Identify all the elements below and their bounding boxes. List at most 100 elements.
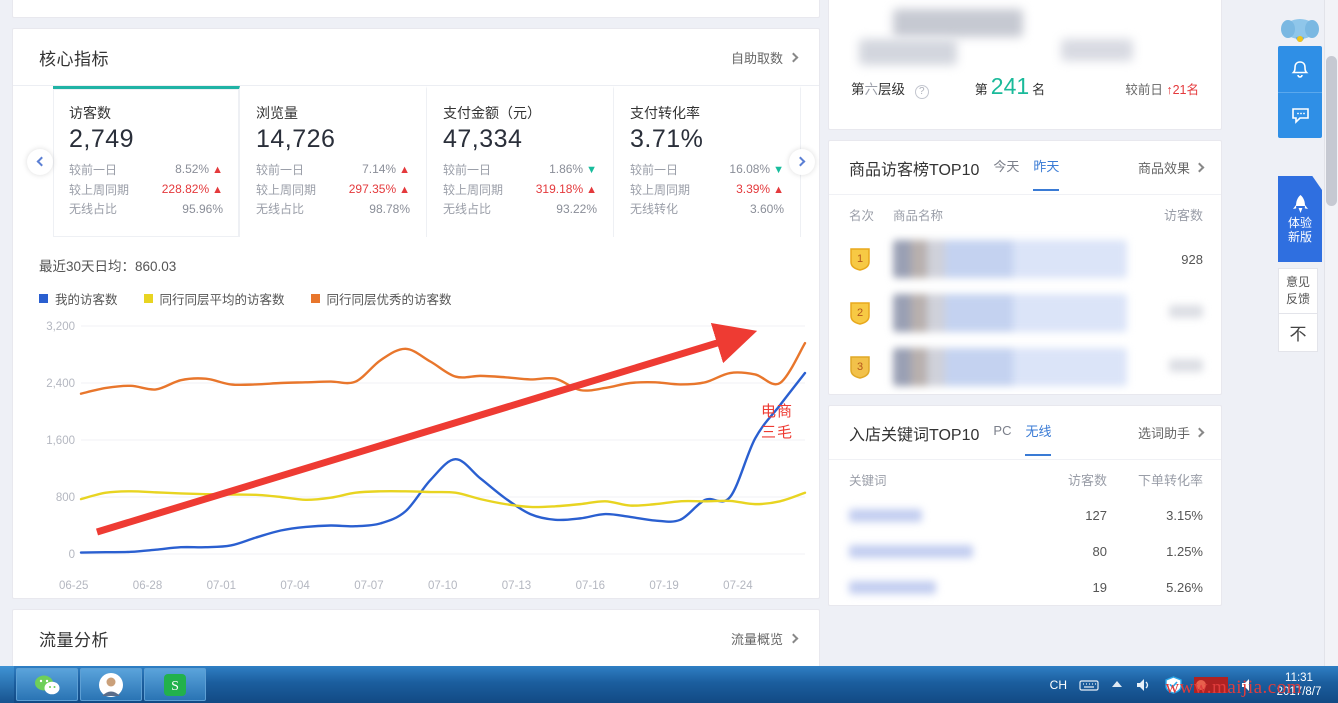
chevron-right-icon [1194,427,1205,438]
carousel-prev-button[interactable] [27,148,53,175]
kw-rate-cell: 1.25% [1166,543,1203,559]
keyword-cell [849,508,1031,522]
svg-text:0: 0 [69,549,75,561]
tab-product-yesterday[interactable]: 昨天 [1033,156,1060,191]
visitor-cell: 928 [1127,252,1203,267]
blurred-visitor-count [1169,359,1203,372]
metric-card-1[interactable]: 浏览量 14,726 较前一日 7.14% ▲ 较上周同期 297.35% ▲ 无线占比 98.7… [240,86,427,237]
x-tick-label: 07-16 [575,580,605,592]
blurred-shop-name [893,9,1023,37]
metric-row-label: 无线占比 [69,202,118,216]
down-arrow-icon: ▼ [773,164,784,176]
show-hidden-icons-button[interactable] [1111,680,1123,689]
notification-bell-button[interactable] [1278,46,1322,92]
svg-text:800: 800 [56,492,75,504]
svg-text:2,400: 2,400 [46,378,75,390]
chart-legend: 我的访客数 同行同层平均的访客数 同行同层优秀的访客数 [39,289,797,308]
metric-card-2[interactable]: 支付金额（元） 47,334 较前一日 1.86% ▼ 较上周同期 319.18% ▲ 无线占比… [427,86,614,237]
page-scrollbar-track[interactable] [1324,0,1338,666]
table-row[interactable]: 1 928 [829,232,1221,286]
metric-row-label: 无线占比 [256,202,305,216]
metric-row: 无线占比 95.96% [69,200,223,219]
try-new-version-button[interactable]: 体验 新版 [1278,176,1322,262]
chart-annotation-text: 电商三毛 [761,403,794,441]
volume-icon[interactable] [1135,677,1153,693]
metric-row: 较上周同期 297.35% ▲ [256,180,410,200]
x-tick-label: 07-07 [354,580,384,592]
kw-visitor-cell: 127 [1085,507,1107,523]
self-service-data-link[interactable]: 自助取数 [731,48,799,67]
keyword-table-header: 关键词 访客数 下单转化率 [829,460,1221,497]
ime-indicator[interactable]: CH [1050,678,1067,692]
metric-card-3[interactable]: 支付转化率 3.71% 较前一日 16.08% ▼ 较上周同期 3.39% ▲ 无线转化 3.60… [614,86,801,237]
col-visitors: 访客数 [1163,208,1203,223]
chevron-right-icon [788,633,799,643]
table-row[interactable]: 19 5.26% [829,569,1221,605]
product-top10-card: 商品访客榜TOP10 今天 昨天 商品效果 名次 商品名称 访客数 1 928 2 3 [828,140,1222,395]
traffic-overview-link[interactable]: 流量概览 [731,629,799,648]
legend-swatch [39,294,48,303]
table-row[interactable]: 127 3.15% [829,497,1221,533]
table-row[interactable]: 3 [829,340,1221,394]
tab-keyword-wireless[interactable]: 无线 [1025,421,1052,456]
product-top10-title: 商品访客榜TOP10 [849,161,980,179]
page-scrollbar-thumb[interactable] [1326,56,1337,206]
product-table-header: 名次 商品名称 访客数 [829,195,1221,232]
metric-row: 无线转化 3.60% [630,200,784,219]
shop-tier: 第六层级 ? [851,78,929,99]
metric-card-0[interactable]: 访客数 2,749 较前一日 8.52% ▲ 较上周同期 228.82% ▲ 无线占比 95.96… [53,86,240,237]
col-product-name: 商品名称 [893,209,944,223]
wechat-icon [35,675,60,694]
rank-cell: 1 [849,247,893,272]
blurred-product-name [893,294,1127,332]
rank-badge-icon: 3 [849,355,871,380]
legend-item-0[interactable]: 我的访客数 [39,289,118,308]
message-chat-button[interactable] [1278,92,1322,138]
keyboard-icon[interactable] [1079,678,1099,692]
desktop-root: 核心指标 自助取数 访客数 2,749 较前一日 8.52% ▲ 较上周同期 228.82%… [0,0,1338,703]
kw-visitor-cell: 19 [1092,579,1107,595]
help-icon[interactable]: ? [914,85,929,99]
carousel-next-button[interactable] [789,148,815,175]
taskbar-item-browser[interactable] [16,668,78,701]
chevron-right-icon [1194,162,1205,173]
legend-item-1[interactable]: 同行同层平均的访客数 [143,289,285,308]
blurred-keyword [849,580,937,594]
feedback-line2: 反馈 [1285,292,1310,306]
metric-row-label: 较前一日 [69,162,118,177]
top-partial-card [12,0,820,18]
x-tick-label: 07-13 [501,580,532,592]
taskbar-item-wps[interactable]: S [144,668,206,701]
feedback-button[interactable]: 意见 反馈 [1278,268,1318,314]
tab-product-today[interactable]: 今天 [993,156,1019,179]
new-version-line1: 体验 [1287,216,1312,230]
col-kw-rate: 下单转化率 [1137,473,1203,488]
rank-cell: 3 [849,355,893,380]
metric-value: 47,334 [443,125,523,153]
legend-swatch [310,294,320,303]
x-tick-label: 07-19 [649,580,679,592]
table-row[interactable]: 2 [829,286,1221,340]
table-row[interactable]: 80 1.25% [829,533,1221,569]
taskbar-item-qq[interactable] [80,668,142,701]
collapse-toolbar-button[interactable]: 不 [1278,314,1318,352]
metric-row-label: 较上周同期 [256,182,317,197]
legend-item-2[interactable]: 同行同层优秀的访客数 [310,289,452,308]
blurred-shop-logo [859,39,957,65]
blurred-keyword [849,544,973,558]
col-rank: 名次 [849,209,875,223]
up-arrow-icon: ▲ [773,184,784,196]
visitor-count: 928 [1181,251,1203,267]
start-button[interactable] [0,666,14,703]
product-effect-link[interactable]: 商品效果 [1138,158,1205,177]
blurred-keyword [849,508,922,522]
metric-row: 较前一日 16.08% ▼ [630,160,784,180]
col-kw-visitors: 访客数 [1067,473,1107,488]
tab-keyword-pc[interactable]: PC [993,423,1011,442]
blurred-product-name [893,240,1127,278]
shop-tier-row: 第六层级 ? 第 241 名 较前日 ↑21名 [851,73,1199,100]
keyword-helper-link[interactable]: 选词助手 [1138,423,1205,442]
metric-row-value: 297.35% ▲ [349,180,410,200]
right-column: 第六层级 ? 第 241 名 较前日 ↑21名 商品访客榜TOP10 今天 昨天 商… [828,0,1222,616]
up-arrow-icon: ▲ [212,184,223,196]
